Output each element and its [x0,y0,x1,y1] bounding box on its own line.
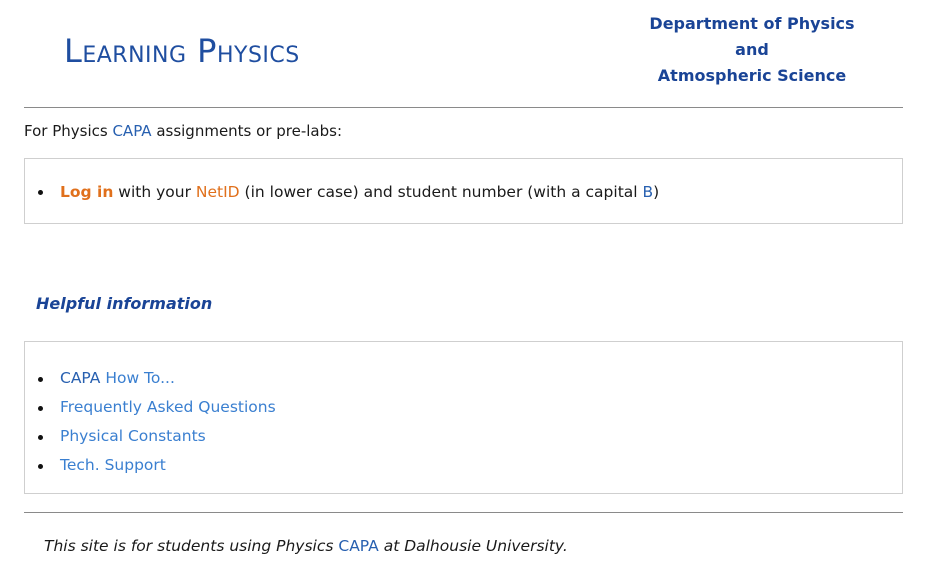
dept-line-2: and [735,40,769,59]
capa-term: CAPA [112,122,152,140]
login-text-2: (in lower case) and student number (with… [239,183,643,201]
faq-link[interactable]: Frequently Asked Questions [60,398,276,416]
helpful-heading: Helpful information [36,294,213,313]
intro-prefix: For Physics [24,122,113,140]
intro-suffix: assignments or pre-labs: [151,122,343,140]
list-item-constants: Physical Constants [25,422,902,451]
department-name: Department of Physics and Atmospheric Sc… [632,11,872,89]
site-logo[interactable]: Learning Physics [64,31,300,71]
tech-support-link[interactable]: Tech. Support [60,456,166,474]
login-box: Log in with your NetID (in lower case) a… [24,158,903,224]
netid-term: NetID [195,183,240,201]
list-item-how-to: CAPA How To... [25,364,902,393]
helpful-list: CAPA How To... Frequently Asked Question… [25,364,902,480]
physical-constants-link[interactable]: Physical Constants [60,427,206,445]
footer-text: This site is for students using Physics … [44,535,568,557]
helpful-box: CAPA How To... Frequently Asked Question… [24,341,903,494]
bottom-divider [24,512,903,513]
dept-line-3: Atmospheric Science [657,66,847,85]
top-divider [24,107,903,108]
footer-capa-term: CAPA [338,537,379,555]
how-to-link[interactable]: How To... [105,369,175,387]
capa-prefix: CAPA [60,369,106,387]
login-text-3: ) [653,183,660,201]
page: Learning Physics Department of Physics a… [0,0,927,580]
footer-prefix: This site is for students using Physics [44,537,339,555]
dept-line-1: Department of Physics [649,14,855,33]
login-list: Log in with your NetID (in lower case) a… [25,181,902,203]
login-text-1: with your [113,183,196,201]
footer-suffix: at Dalhousie University. [378,537,568,555]
login-instruction: Log in with your NetID (in lower case) a… [25,181,902,203]
capital-b: B [642,183,654,201]
list-item-faq: Frequently Asked Questions [25,393,902,422]
intro-text: For Physics CAPA assignments or pre-labs… [24,121,342,141]
list-item-support: Tech. Support [25,451,902,480]
login-link[interactable]: Log in [60,183,113,201]
